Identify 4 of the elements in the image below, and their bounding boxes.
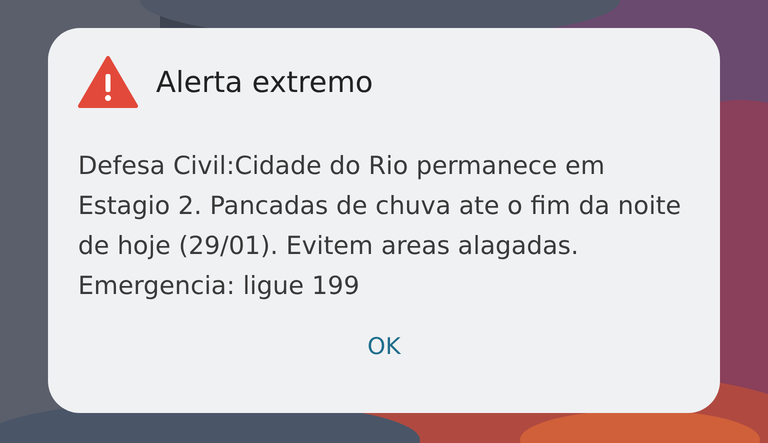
alert-message: Defesa Civil:Cidade do Rio permanece em Estagio 2. Pancadas de chuva ate o fim da noite de hoje (29/01). Evitem areas alagadas. Emergencia: ligue 199: [78, 150, 682, 302]
alert-title: Alerta extremo: [156, 65, 374, 99]
ok-button[interactable]: OK: [353, 328, 415, 366]
warning-icon: [78, 56, 138, 108]
